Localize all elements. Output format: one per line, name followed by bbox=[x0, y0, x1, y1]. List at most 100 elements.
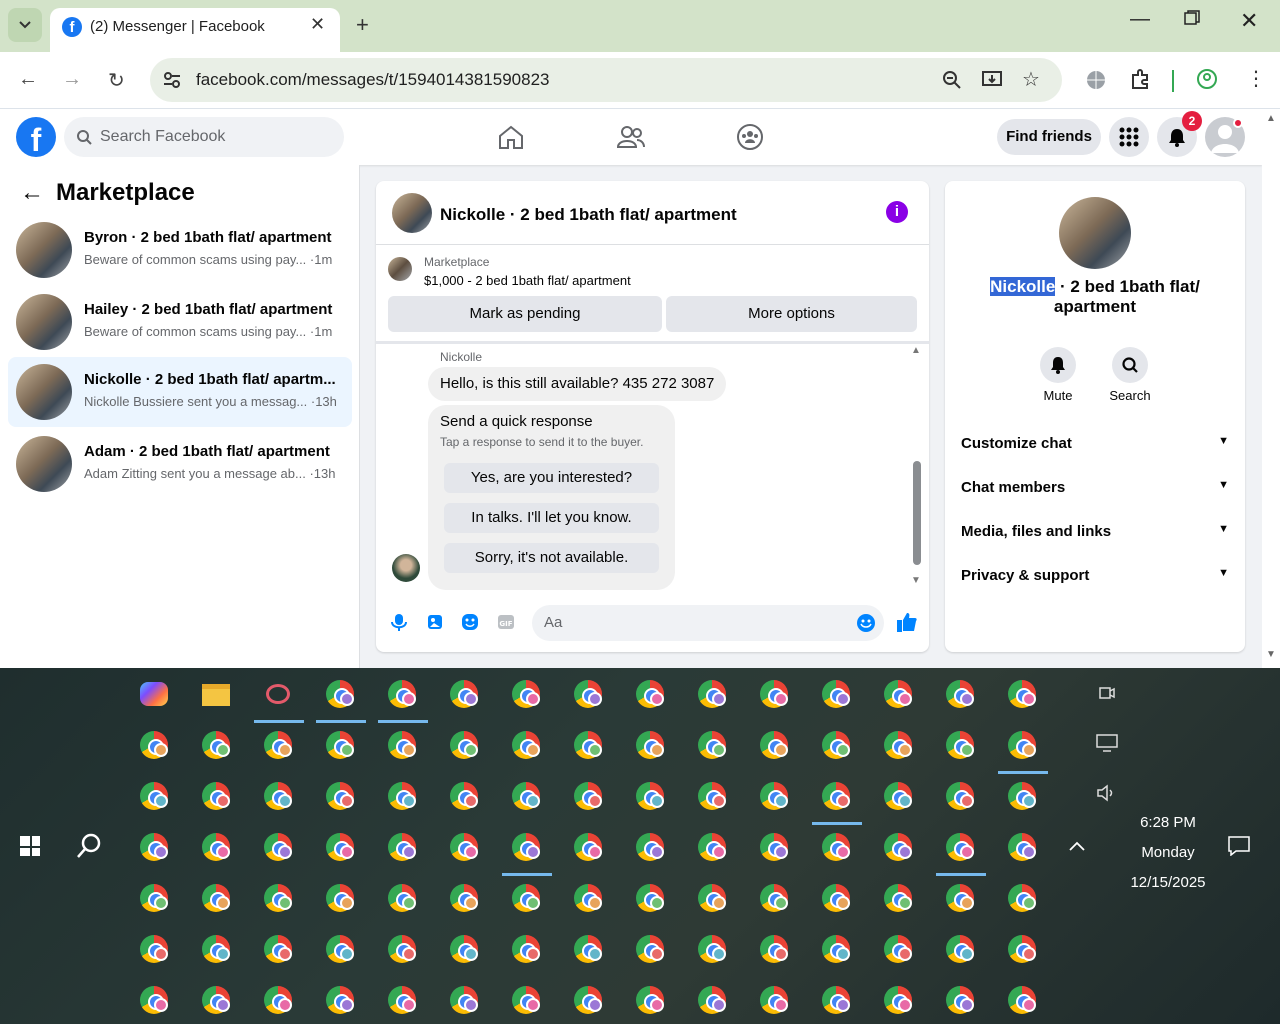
snipping-tool-icon[interactable] bbox=[254, 676, 304, 723]
chrome-profile-icon[interactable] bbox=[1004, 931, 1040, 967]
chrome-profile-icon[interactable] bbox=[942, 778, 978, 814]
chrome-profile-icon[interactable] bbox=[508, 931, 544, 967]
microphone-icon[interactable] bbox=[390, 613, 408, 631]
chrome-profile-icon[interactable] bbox=[322, 880, 358, 916]
chrome-profile-icon[interactable] bbox=[384, 778, 420, 814]
chrome-profile-icon[interactable] bbox=[694, 676, 730, 712]
chrome-profile-icon[interactable] bbox=[570, 829, 606, 865]
sticker-icon[interactable] bbox=[461, 613, 479, 631]
chrome-profile-icon[interactable] bbox=[936, 829, 986, 876]
chrome-profile-icon[interactable] bbox=[136, 982, 172, 1018]
media-files-links-row[interactable]: Media, files and links ▼ bbox=[961, 523, 1229, 543]
mute-button[interactable]: Mute bbox=[1028, 347, 1088, 403]
chrome-profile-icon[interactable] bbox=[322, 727, 358, 763]
chrome-profile-icon[interactable] bbox=[384, 880, 420, 916]
chrome-profile-icon[interactable] bbox=[880, 829, 916, 865]
search-in-chat-button[interactable]: Search bbox=[1100, 347, 1160, 403]
chrome-profile-icon[interactable] bbox=[570, 676, 606, 712]
chrome-profile-icon[interactable] bbox=[880, 880, 916, 916]
extensions-puzzle-icon[interactable] bbox=[1130, 68, 1152, 90]
chrome-profile-icon[interactable] bbox=[942, 880, 978, 916]
chrome-profile-icon[interactable] bbox=[260, 982, 296, 1018]
chrome-profile-icon[interactable] bbox=[880, 931, 916, 967]
thumbs-up-icon[interactable] bbox=[896, 611, 918, 633]
chrome-profile-icon[interactable] bbox=[570, 778, 606, 814]
chrome-profile-icon[interactable] bbox=[632, 676, 668, 712]
chrome-profile-icon[interactable] bbox=[136, 880, 172, 916]
scroll-down-arrow-icon[interactable]: ▼ bbox=[911, 575, 921, 586]
chrome-profile-icon[interactable] bbox=[756, 778, 792, 814]
facebook-search-input[interactable]: Search Facebook bbox=[64, 117, 344, 157]
chrome-profile-icon[interactable] bbox=[260, 778, 296, 814]
tab-search-button[interactable] bbox=[8, 8, 42, 42]
chrome-profile-icon[interactable] bbox=[812, 778, 862, 825]
mark-as-pending-button[interactable]: Mark as pending bbox=[388, 296, 662, 332]
chrome-profile-icon[interactable] bbox=[446, 778, 482, 814]
scroll-up-arrow-icon[interactable]: ▲ bbox=[1266, 113, 1276, 124]
new-tab-button[interactable]: + bbox=[356, 12, 369, 38]
chrome-profile-icon[interactable] bbox=[570, 727, 606, 763]
message-bubble[interactable]: Hello, is this still available? 435 272 … bbox=[428, 367, 727, 401]
quick-reply-button[interactable]: In talks. I'll let you know. bbox=[444, 503, 659, 533]
chrome-profile-icon[interactable] bbox=[756, 727, 792, 763]
chrome-profile-icon[interactable] bbox=[260, 880, 296, 916]
chrome-profile-icon[interactable] bbox=[942, 931, 978, 967]
message-input[interactable]: Aa bbox=[532, 605, 884, 641]
info-icon[interactable]: i bbox=[886, 201, 908, 223]
chrome-profile-icon[interactable] bbox=[198, 880, 234, 916]
chrome-profile-icon[interactable] bbox=[1004, 778, 1040, 814]
chrome-profile-icon[interactable] bbox=[198, 931, 234, 967]
chrome-profile-icon[interactable] bbox=[446, 982, 482, 1018]
chrome-profile-icon[interactable] bbox=[818, 727, 854, 763]
network-icon[interactable] bbox=[1096, 734, 1118, 752]
chrome-profile-icon[interactable] bbox=[694, 829, 730, 865]
home-icon[interactable] bbox=[497, 124, 525, 150]
quick-reply-button[interactable]: Yes, are you interested? bbox=[444, 463, 659, 493]
chrome-profile-icon[interactable] bbox=[818, 829, 854, 865]
meet-now-icon[interactable] bbox=[1098, 684, 1116, 702]
scroll-up-arrow-icon[interactable]: ▲ bbox=[911, 345, 921, 356]
chrome-profile-icon[interactable] bbox=[384, 982, 420, 1018]
chrome-profile-icon[interactable] bbox=[998, 727, 1048, 774]
customize-chat-row[interactable]: Customize chat ▼ bbox=[961, 435, 1229, 455]
page-scrollbar[interactable]: ▲ ▼ bbox=[1262, 109, 1280, 668]
groups-icon[interactable] bbox=[736, 123, 764, 151]
conversation-item[interactable]: Adam · 2 bed 1bath flat/ apartment Adam … bbox=[8, 429, 352, 499]
chrome-profile-icon[interactable] bbox=[198, 829, 234, 865]
chrome-profile-icon[interactable] bbox=[502, 829, 552, 876]
chrome-profile-icon[interactable] bbox=[942, 727, 978, 763]
chrome-profile-icon[interactable] bbox=[570, 982, 606, 1018]
chrome-profile-icon[interactable] bbox=[446, 727, 482, 763]
copilot-app-icon[interactable] bbox=[136, 676, 172, 712]
chrome-profile-icon[interactable] bbox=[446, 676, 482, 712]
chrome-profile-icon[interactable] bbox=[446, 880, 482, 916]
chat-title[interactable]: Nickolle · 2 bed 1bath flat/ apartment bbox=[440, 205, 737, 225]
chrome-profile-icon[interactable] bbox=[756, 931, 792, 967]
chrome-profile-icon[interactable] bbox=[632, 727, 668, 763]
facebook-logo-icon[interactable]: f bbox=[16, 117, 56, 157]
chrome-profile-icon[interactable] bbox=[378, 676, 428, 723]
chrome-profile-icon[interactable] bbox=[632, 982, 668, 1018]
conversation-item[interactable]: Byron · 2 bed 1bath flat/ apartment Bewa… bbox=[8, 215, 352, 285]
conversation-item[interactable]: Hailey · 2 bed 1bath flat/ apartment Bew… bbox=[8, 287, 352, 357]
chrome-profile-icon[interactable] bbox=[260, 727, 296, 763]
chrome-profile-icon[interactable] bbox=[384, 931, 420, 967]
conversation-item-active[interactable]: Nickolle · 2 bed 1bath flat/ apartm... N… bbox=[8, 357, 352, 427]
reload-icon[interactable]: ↻ bbox=[108, 68, 125, 93]
menu-kebab-icon[interactable]: ⋮ bbox=[1246, 66, 1266, 91]
chrome-profile-icon[interactable] bbox=[260, 931, 296, 967]
chrome-profile-icon[interactable] bbox=[632, 931, 668, 967]
back-icon[interactable]: ← bbox=[18, 68, 38, 91]
profile-icon[interactable] bbox=[1196, 68, 1218, 90]
chat-scrollbar-thumb[interactable] bbox=[913, 461, 921, 565]
globe-extension-icon[interactable] bbox=[1086, 70, 1106, 90]
site-settings-icon[interactable] bbox=[162, 70, 182, 90]
back-arrow-icon[interactable]: ← bbox=[20, 179, 44, 207]
sender-avatar[interactable] bbox=[392, 554, 420, 582]
minimize-icon[interactable]: — bbox=[1130, 8, 1150, 31]
chrome-profile-icon[interactable] bbox=[1004, 880, 1040, 916]
privacy-support-row[interactable]: Privacy & support ▼ bbox=[961, 567, 1229, 587]
chrome-profile-icon[interactable] bbox=[136, 931, 172, 967]
chrome-profile-icon[interactable] bbox=[694, 982, 730, 1018]
action-center-icon[interactable] bbox=[1228, 836, 1250, 856]
